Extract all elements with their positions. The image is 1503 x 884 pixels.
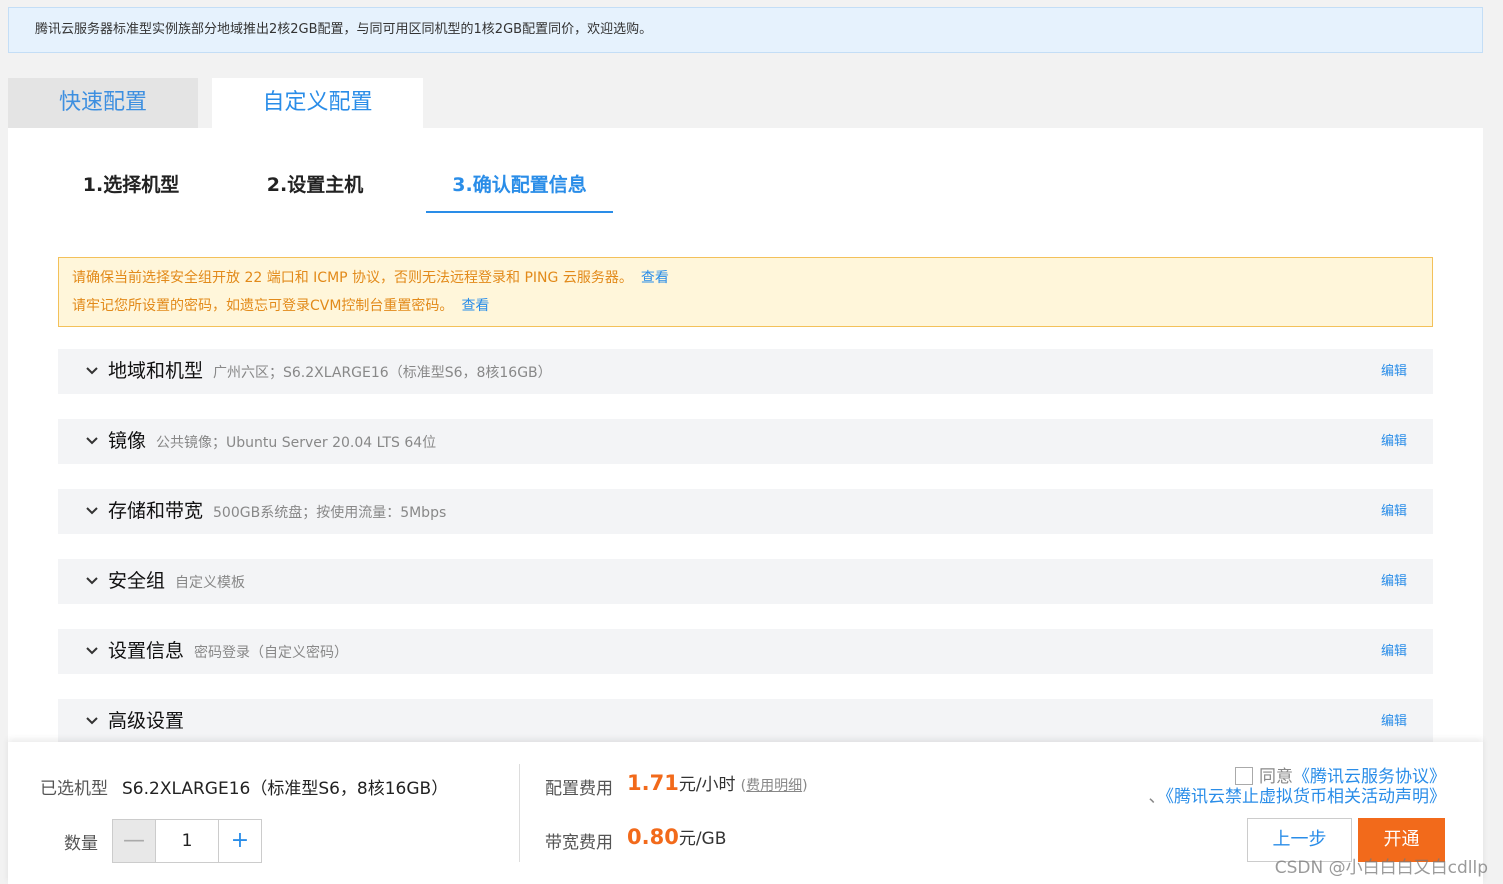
warning-box: 请确保当前选择安全组开放 22 端口和 ICMP 协议，否则无法远程登录和 PI… — [58, 257, 1433, 327]
edit-button[interactable]: 编辑 — [1381, 699, 1407, 744]
selected-model-label: 已选机型 — [40, 779, 108, 799]
edit-button[interactable]: 编辑 — [1381, 419, 1407, 464]
step-nav: 1.选择机型 2.设置主机 3.确认配置信息 — [8, 128, 1483, 218]
tab-custom-config[interactable]: 自定义配置 — [212, 78, 423, 128]
chevron-down-icon[interactable] — [86, 629, 98, 674]
chevron-down-icon[interactable] — [86, 419, 98, 464]
config-fee-value: 1.71 — [627, 771, 679, 795]
edit-button[interactable]: 编辑 — [1381, 349, 1407, 394]
agree-checkbox[interactable] — [1235, 767, 1253, 785]
config-fee-label: 配置费用 — [545, 779, 613, 799]
order-footer: 已选机型 S6.2XLARGE16（标准型S6，8核16GB） 数量 — 1 +… — [8, 742, 1483, 884]
edit-button[interactable]: 编辑 — [1381, 489, 1407, 534]
step-select-model[interactable]: 1.选择机型 — [66, 170, 196, 213]
warning-line-1: 请确保当前选择安全组开放 22 端口和 ICMP 协议，否则无法远程登录和 PI… — [72, 268, 1432, 296]
crypto-statement-link[interactable]: 《腾讯云禁止虚拟货币相关活动声明》 — [1166, 787, 1447, 807]
bandwidth-fee-value: 0.80 — [627, 825, 679, 849]
watermark: CSDN @小白白白又白cdllp — [1274, 858, 1488, 878]
step-setup-host[interactable]: 2.设置主机 — [250, 170, 380, 213]
section-settings-info[interactable]: 设置信息 密码登录（自定义密码） 编辑 — [58, 629, 1433, 674]
section-title: 地域和机型 广州六区；S6.2XLARGE16（标准型S6，8核16GB） — [108, 360, 552, 382]
bandwidth-fee-label: 带宽费用 — [545, 833, 613, 853]
quantity-stepper: — 1 + — [112, 819, 262, 863]
section-title: 存储和带宽 500GB系统盘；按使用流量：5Mbps — [108, 500, 447, 522]
service-agreement-link[interactable]: 《腾讯云服务协议》 — [1293, 767, 1446, 787]
fee-detail: (费用明细) — [740, 778, 808, 794]
section-desc: 广州六区；S6.2XLARGE16（标准型S6，8核16GB） — [213, 365, 552, 381]
agreement: 同意《腾讯云服务协议》 、《腾讯云禁止虚拟货币相关活动声明》 — [1148, 767, 1447, 807]
section-desc: 自定义模板 — [175, 575, 246, 591]
notice-bar: 腾讯云服务器标准型实例族部分地域推出2核2GB配置，与同可用区同机型的1核2GB… — [8, 7, 1483, 53]
section-region-model[interactable]: 地域和机型 广州六区；S6.2XLARGE16（标准型S6，8核16GB） 编辑 — [58, 349, 1433, 394]
section-title: 镜像 公共镜像；Ubuntu Server 20.04 LTS 64位 — [108, 430, 437, 452]
fee-detail-link[interactable]: 费用明细 — [746, 778, 802, 794]
config-fee-unit: 元/小时 — [678, 775, 736, 795]
step-confirm-config[interactable]: 3.确认配置信息 — [426, 170, 613, 213]
bandwidth-fee: 0.80元/GB — [627, 824, 726, 849]
agree-prefix: 同意 — [1259, 767, 1293, 787]
section-title: 设置信息 密码登录（自定义密码） — [108, 640, 349, 662]
edit-button[interactable]: 编辑 — [1381, 629, 1407, 674]
quantity-plus-button[interactable]: + — [218, 820, 261, 862]
warning-view-link-1[interactable]: 查看 — [641, 270, 669, 286]
section-desc: 公共镜像；Ubuntu Server 20.04 LTS 64位 — [156, 435, 437, 451]
quantity-minus-button[interactable]: — — [113, 820, 156, 862]
notice-text: 腾讯云服务器标准型实例族部分地域推出2核2GB配置，与同可用区同机型的1核2GB… — [35, 22, 653, 37]
section-security-group[interactable]: 安全组 自定义模板 编辑 — [58, 559, 1433, 604]
edit-button[interactable]: 编辑 — [1381, 559, 1407, 604]
section-image[interactable]: 镜像 公共镜像；Ubuntu Server 20.04 LTS 64位 编辑 — [58, 419, 1433, 464]
warning-text-1: 请确保当前选择安全组开放 22 端口和 ICMP 协议，否则无法远程登录和 PI… — [72, 270, 633, 286]
section-storage-bandwidth[interactable]: 存储和带宽 500GB系统盘；按使用流量：5Mbps 编辑 — [58, 489, 1433, 534]
section-desc: 密码登录（自定义密码） — [194, 645, 349, 661]
chevron-down-icon[interactable] — [86, 349, 98, 394]
section-title: 高级设置 — [108, 710, 185, 732]
selected-model-value: S6.2XLARGE16（标准型S6，8核16GB） — [122, 779, 449, 799]
chevron-down-icon[interactable] — [86, 489, 98, 534]
chevron-down-icon[interactable] — [86, 559, 98, 604]
warning-line-2: 请牢记您所设置的密码，如遗忘可登录CVM控制台重置密码。 查看 — [72, 296, 1432, 324]
warning-view-link-2[interactable]: 查看 — [461, 298, 489, 314]
section-advanced[interactable]: 高级设置 编辑 — [58, 699, 1433, 744]
divider — [519, 764, 520, 862]
warning-text-2: 请牢记您所设置的密码，如遗忘可登录CVM控制台重置密码。 — [72, 298, 454, 314]
config-fee: 1.71元/小时 (费用明细) — [627, 770, 808, 795]
section-desc: 500GB系统盘；按使用流量：5Mbps — [213, 505, 447, 521]
agree-separator: 、 — [1148, 787, 1166, 807]
section-title: 安全组 自定义模板 — [108, 570, 246, 592]
bandwidth-fee-unit: 元/GB — [678, 829, 727, 849]
chevron-down-icon[interactable] — [86, 699, 98, 744]
quantity-input[interactable]: 1 — [156, 820, 218, 862]
quantity-label: 数量 — [64, 834, 98, 854]
tab-quick-config[interactable]: 快速配置 — [8, 78, 198, 128]
